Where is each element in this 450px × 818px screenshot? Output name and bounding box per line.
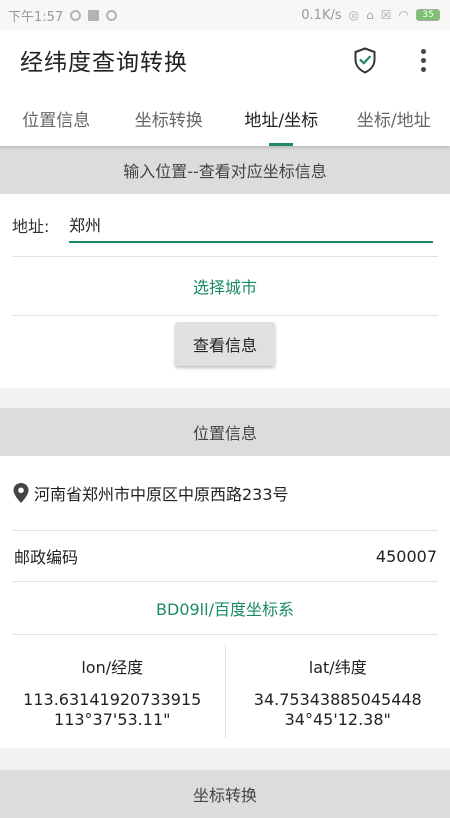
latitude-column: lat/纬度 34.75343885045448 34°45'12.38" <box>226 635 450 748</box>
net-speed: 0.1K/s <box>301 8 341 23</box>
address-label: 地址: <box>12 213 69 237</box>
latitude-decimal: 34.75343885045448 <box>254 690 422 710</box>
app-title: 经纬度查询转换 <box>20 43 352 77</box>
input-section-header: 输入位置--查看对应坐标信息 <box>0 146 450 194</box>
hotspot-icon: ◎ <box>349 8 359 22</box>
location-pin-icon <box>12 482 32 504</box>
shield-check-icon[interactable] <box>352 46 378 74</box>
tab-address-to-coord[interactable]: 地址/坐标 <box>225 90 338 146</box>
battery-icon: 35 <box>416 9 440 21</box>
postcode-label: 邮政编码 <box>14 544 78 568</box>
lon-lat-panel: lon/经度 113.63141920733915 113°37'53.11" … <box>0 635 450 748</box>
section-gap <box>0 388 450 408</box>
longitude-decimal: 113.63141920733915 <box>23 690 201 710</box>
select-city-link[interactable]: 选择城市 <box>0 257 450 315</box>
wifi-icon: ◠ <box>399 8 409 22</box>
button-wrap: 查看信息 <box>0 316 450 388</box>
tab-bar: 位置信息 坐标转换 地址/坐标 坐标/地址 <box>0 90 450 146</box>
notification-square-icon <box>88 10 99 21</box>
address-input[interactable] <box>69 207 433 243</box>
section-gap <box>0 748 450 770</box>
main-content: 输入位置--查看对应坐标信息 地址: 选择城市 查看信息 位置信息 河南省郑州市… <box>0 146 450 818</box>
more-menu-icon[interactable] <box>408 40 438 80</box>
query-info-button[interactable]: 查看信息 <box>175 322 275 366</box>
location-address: 河南省郑州市中原区中原西路233号 <box>34 481 289 505</box>
location-address-row: 河南省郑州市中原区中原西路233号 <box>0 456 450 530</box>
postcode-value: 450007 <box>376 547 437 566</box>
address-row: 地址: <box>0 194 450 256</box>
notification-circle-icon <box>106 10 117 21</box>
status-bar: 下午1:57 0.1K/s ◎ ⌂ ☒ ◠ 35 <box>0 0 450 30</box>
longitude-dms: 113°37'53.11" <box>54 710 170 730</box>
alarm-off-icon: ⌂ <box>366 8 374 22</box>
location-card: 河南省郑州市中原区中原西路233号 邮政编码 450007 BD09ll/百度坐… <box>0 456 450 748</box>
coord-system-label[interactable]: BD09ll/百度坐标系 <box>0 582 450 634</box>
tab-location-info[interactable]: 位置信息 <box>0 90 113 146</box>
input-card: 地址: 选择城市 查看信息 <box>0 194 450 388</box>
tab-coord-to-address[interactable]: 坐标/地址 <box>338 90 450 146</box>
app-bar: 经纬度查询转换 <box>0 30 450 90</box>
notification-dot-icon <box>70 10 81 21</box>
sim-off-icon: ☒ <box>381 8 392 22</box>
longitude-column: lon/经度 113.63141920733915 113°37'53.11" <box>0 635 225 748</box>
tab-coord-convert[interactable]: 坐标转换 <box>113 90 226 146</box>
longitude-label: lon/经度 <box>81 654 143 678</box>
location-section-header: 位置信息 <box>0 408 450 456</box>
latitude-label: lat/纬度 <box>309 654 367 678</box>
latitude-dms: 34°45'12.38" <box>285 710 391 730</box>
convert-section-header: 坐标转换 <box>0 770 450 818</box>
status-time: 下午1:57 <box>8 6 63 25</box>
postcode-row: 邮政编码 450007 <box>0 531 450 581</box>
